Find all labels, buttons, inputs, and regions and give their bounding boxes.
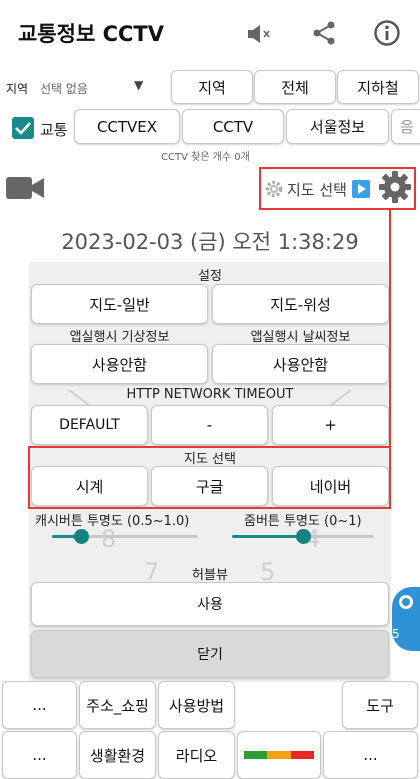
map-select-highlight bbox=[259, 167, 416, 210]
traffic-green-segment bbox=[244, 751, 268, 759]
region-label: 지역 bbox=[6, 82, 29, 96]
weather-caption-left: 앱실행시 기상정보 bbox=[69, 330, 170, 345]
datetime-display: 2023-02-03 (금) 오전 1:38:29 bbox=[61, 230, 359, 254]
more-source-button[interactable]: 음 bbox=[391, 109, 420, 144]
floating-side-icon bbox=[399, 595, 413, 609]
cache-opacity-slider[interactable] bbox=[52, 527, 198, 545]
cctvex-button[interactable]: CCTVEX bbox=[74, 109, 180, 144]
timeout-title: HTTP NETWORK TIMEOUT bbox=[126, 387, 294, 402]
traffic-label: 교통 bbox=[40, 121, 68, 139]
radio-button[interactable]: 라디오 bbox=[158, 731, 235, 779]
timeout-minus-button[interactable]: - bbox=[151, 405, 268, 445]
slider-thumb[interactable] bbox=[74, 529, 89, 544]
floating-badge-count: 5 bbox=[392, 627, 400, 641]
map-satellite-button[interactable]: 지도-위성 bbox=[212, 284, 389, 324]
bottom-more-button-3[interactable]: ... bbox=[323, 731, 418, 779]
weather-detail-button[interactable]: 사용안함 bbox=[212, 344, 389, 384]
address-shopping-button[interactable]: 주소_쇼핑 bbox=[79, 681, 156, 729]
timeout-plus-button[interactable]: + bbox=[272, 405, 389, 445]
app-title: 교통정보 CCTV bbox=[18, 22, 164, 46]
zoom-opacity-slider[interactable] bbox=[232, 527, 374, 545]
traffic-orange-segment bbox=[267, 751, 291, 759]
cctv-count-text: CCTV 찾은 개수 0개 bbox=[161, 152, 250, 163]
speaker-mute-icon[interactable] bbox=[246, 22, 274, 46]
close-button[interactable]: 닫기 bbox=[31, 630, 389, 678]
settings-title: 설정 bbox=[198, 269, 222, 284]
slider-fill bbox=[232, 535, 303, 538]
info-icon[interactable] bbox=[372, 18, 402, 48]
video-camera-icon[interactable] bbox=[6, 175, 44, 201]
region-select[interactable]: 선택 없음 ▼ bbox=[38, 78, 150, 100]
traffic-status-button[interactable] bbox=[237, 731, 321, 779]
bottom-more-button-2[interactable]: ... bbox=[2, 731, 77, 779]
highlight-connector-line bbox=[389, 210, 391, 448]
bottom-more-button-1[interactable]: ... bbox=[2, 681, 77, 729]
timeout-default-button[interactable]: DEFAULT bbox=[31, 405, 148, 445]
traffic-checkbox[interactable] bbox=[12, 117, 34, 139]
share-icon[interactable] bbox=[310, 20, 338, 46]
region-button[interactable]: 지역 bbox=[171, 70, 253, 104]
living-environment-button[interactable]: 생활환경 bbox=[79, 731, 156, 779]
seoul-info-button[interactable]: 서울정보 bbox=[286, 109, 389, 144]
check-icon bbox=[15, 122, 31, 135]
slider-thumb[interactable] bbox=[296, 529, 311, 544]
hubble-title: 허블뷰 bbox=[192, 568, 228, 583]
hubble-use-button[interactable]: 사용 bbox=[31, 582, 389, 626]
region-select-value: 선택 없음 bbox=[40, 82, 88, 96]
all-button[interactable]: 전체 bbox=[254, 70, 336, 104]
tools-button[interactable]: 도구 bbox=[342, 681, 418, 729]
cctv-button[interactable]: CCTV bbox=[182, 109, 284, 144]
weather-caption-right: 앱실행시 날씨정보 bbox=[250, 330, 351, 345]
traffic-red-segment bbox=[290, 751, 314, 759]
chevron-down-icon: ▼ bbox=[134, 78, 144, 92]
subway-button[interactable]: 지하철 bbox=[337, 70, 419, 104]
weather-info-button[interactable]: 사용안함 bbox=[31, 344, 208, 384]
map-select-section-highlight bbox=[28, 446, 391, 509]
floating-side-button[interactable]: 5 bbox=[392, 587, 420, 651]
traffic-status-bar bbox=[244, 751, 314, 759]
map-normal-button[interactable]: 지도-일반 bbox=[31, 284, 208, 324]
usage-guide-button[interactable]: 사용방법 bbox=[158, 681, 235, 729]
